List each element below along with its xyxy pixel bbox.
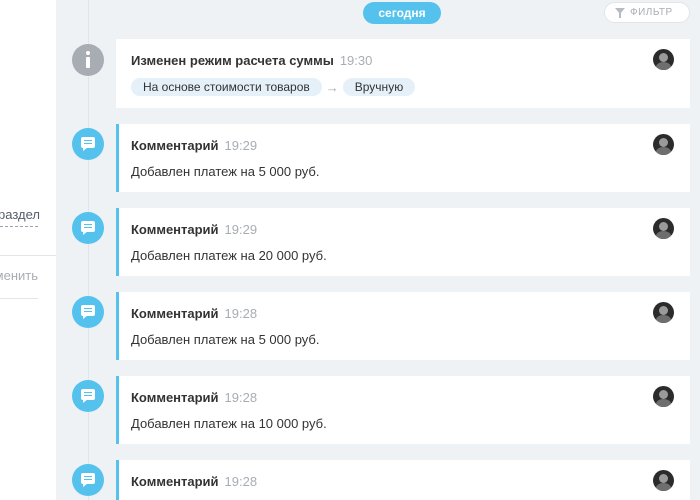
timeline-card-comment: Комментарий 19:29 Добавлен платеж на 5 00…: [116, 124, 690, 192]
user-avatar[interactable]: [653, 386, 674, 407]
info-icon: [72, 44, 104, 76]
comment-icon: [72, 212, 104, 244]
left-panel: раздел менить: [0, 0, 56, 500]
comment-text: Добавлен платеж на 10 000 руб.: [131, 416, 327, 431]
card-title: Комментарий 19:28: [131, 390, 258, 405]
comment-text: Добавлен платеж на 5 000 руб.: [131, 164, 320, 179]
speech-bubble-icon: [81, 389, 95, 403]
section-link[interactable]: раздел: [0, 207, 40, 222]
comment-text: Добавлен платеж на 20 000 руб.: [131, 248, 327, 263]
comment-text: Добавлен платеж на 5 000 руб.: [131, 332, 320, 347]
card-title: Комментарий 19:29: [131, 138, 258, 153]
comment-icon: [72, 464, 104, 496]
cancel-button[interactable]: менить: [0, 268, 38, 283]
new-value-tag: Вручную: [342, 78, 416, 96]
speech-bubble-icon: [81, 221, 95, 235]
old-value-tag: На основе стоимости товаров: [131, 78, 322, 96]
speech-bubble-icon: [81, 473, 95, 487]
speech-bubble-icon: [81, 305, 95, 319]
card-time: 19:28: [224, 390, 258, 405]
user-avatar[interactable]: [653, 470, 674, 491]
funnel-icon: [615, 8, 625, 19]
divider: [0, 255, 56, 256]
card-title: Комментарий 19:29: [131, 222, 258, 237]
user-avatar[interactable]: [653, 218, 674, 239]
card-title: Комментарий 19:28: [131, 306, 258, 321]
timeline-card-mode-change: Изменен режим расчета суммы 19:30 На осно…: [116, 39, 690, 108]
timeline-card-comment: Комментарий 19:28: [116, 460, 690, 500]
timeline-card-comment: Комментарий 19:28 Добавлен платеж на 10 0…: [116, 376, 690, 444]
card-time: 19:30: [339, 53, 373, 68]
comment-icon: [72, 380, 104, 412]
card-title: Комментарий 19:28: [131, 474, 258, 489]
comment-icon: [72, 128, 104, 160]
card-time: 19:29: [224, 222, 258, 237]
user-avatar[interactable]: [653, 302, 674, 323]
user-avatar[interactable]: [653, 49, 674, 70]
filter-label: ФИЛЬТР: [630, 7, 673, 18]
timeline-card-comment: Комментарий 19:28 Добавлен платеж на 5 00…: [116, 292, 690, 360]
card-title: Изменен режим расчета суммы 19:30: [131, 53, 373, 68]
speech-bubble-icon: [81, 137, 95, 151]
filter-button[interactable]: ФИЛЬТР: [604, 2, 690, 23]
arrow-right-icon: →: [325, 79, 339, 95]
timeline-card-comment: Комментарий 19:29 Добавлен платеж на 20 0…: [116, 208, 690, 276]
card-time: 19:28: [224, 306, 258, 321]
section-link-underline: [0, 226, 38, 227]
comment-icon: [72, 296, 104, 328]
today-badge: сегодня: [363, 2, 441, 24]
mode-change-tags: На основе стоимости товаров → Вручную: [131, 78, 416, 96]
card-time: 19:28: [224, 474, 258, 489]
card-time: 19:29: [224, 138, 258, 153]
user-avatar[interactable]: [653, 134, 674, 155]
divider: [0, 298, 38, 299]
